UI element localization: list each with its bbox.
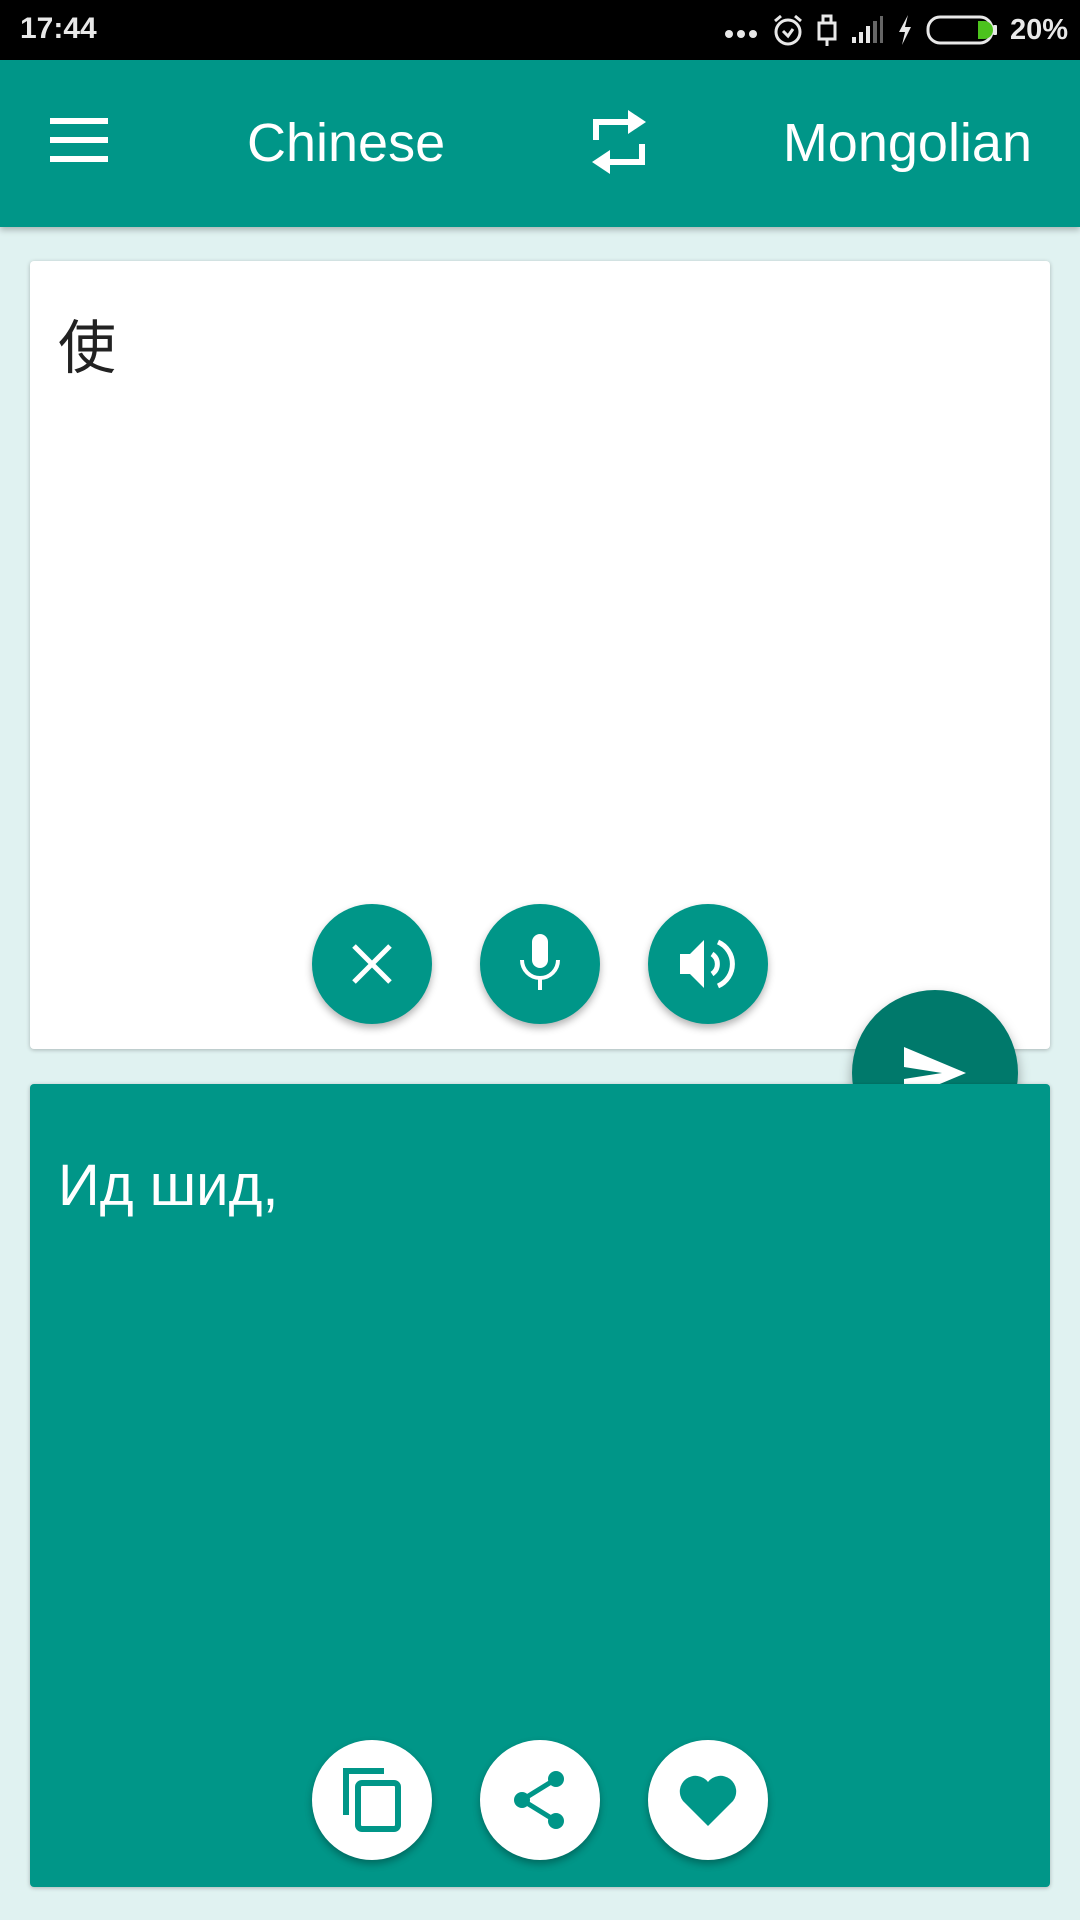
menu-button[interactable] <box>50 118 116 168</box>
more-dots-icon <box>724 30 757 38</box>
microphone-button[interactable] <box>480 904 600 1024</box>
close-icon <box>352 944 392 984</box>
battery-icon <box>926 15 997 45</box>
swap-languages-button[interactable] <box>590 110 660 180</box>
alarm-icon <box>773 14 802 46</box>
copy-icon <box>343 1768 401 1832</box>
source-text-input[interactable]: 使 <box>58 301 116 385</box>
speaker-icon <box>680 939 735 989</box>
clear-button[interactable] <box>312 904 432 1024</box>
input-card: 使 <box>30 261 1050 1049</box>
hamburger-menu-icon <box>50 118 108 162</box>
favorite-button[interactable] <box>648 1740 768 1860</box>
copy-button[interactable] <box>312 1740 432 1860</box>
share-icon <box>514 1771 564 1829</box>
charging-icon <box>898 15 911 45</box>
usb-icon <box>817 14 837 46</box>
status-time: 17:44 <box>20 12 97 45</box>
status-bar: 17:44 20% <box>0 0 1080 60</box>
heart-icon <box>679 1775 737 1826</box>
translation-text: Ид шид, <box>58 1153 279 1218</box>
swap-arrows-icon <box>592 110 646 174</box>
signal-icon <box>851 16 883 43</box>
app-toolbar: Chinese Mongolian <box>0 60 1080 227</box>
output-card: Ид шид, <box>30 1084 1050 1887</box>
microphone-icon <box>520 934 560 990</box>
share-button[interactable] <box>480 1740 600 1860</box>
battery-percent: 20% <box>1009 13 1068 46</box>
target-language-selector[interactable]: Mongolian <box>783 110 1032 176</box>
status-icons: 20% <box>724 10 1068 50</box>
source-language-selector[interactable]: Chinese <box>247 110 445 176</box>
speak-button[interactable] <box>648 904 768 1024</box>
